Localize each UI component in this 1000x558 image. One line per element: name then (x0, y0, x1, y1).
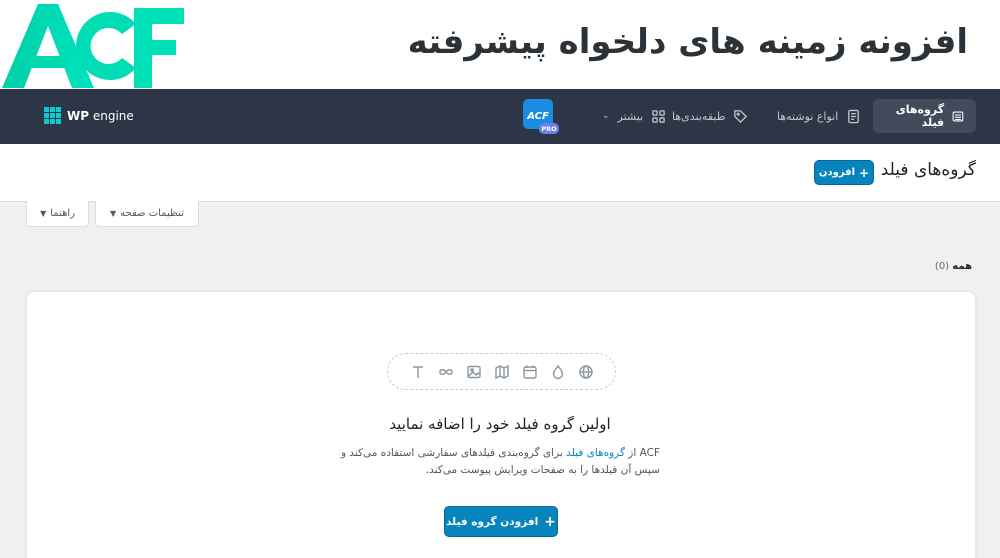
wp-engine-logo[interactable]: WP engine (44, 107, 134, 124)
filter-all-label: همه (952, 261, 972, 272)
empty-state-title: اولین گروه فیلد خود را اضافه نمایید (389, 415, 611, 433)
caret-down-icon: ▼ (110, 209, 117, 218)
empty-state-description: ACF از گروه‌های فیلد برای گروه‌بندی فیلد… (340, 445, 660, 479)
caret-down-icon: ▼ (40, 209, 47, 218)
text-icon (412, 365, 423, 378)
nav-item-post-types[interactable]: انواع نوشته‌ها (765, 99, 873, 133)
nav-item-post-types-label: انواع نوشته‌ها (777, 109, 839, 123)
nav-item-taxonomies[interactable]: طبقه‌بندی‌ها (660, 99, 760, 133)
empty-desc-pre: ACF از (628, 447, 660, 459)
color-drop-icon (552, 364, 563, 379)
page-title: گروه‌های فیلد (880, 160, 976, 180)
plus-icon: + (859, 165, 870, 180)
field-groups-link[interactable]: گروه‌های فیلد (566, 447, 625, 459)
wp-engine-brand-bold: WP (67, 108, 90, 123)
filter-all-count: (0) (934, 261, 950, 272)
infinity-icon (438, 368, 453, 375)
screen-options-button[interactable]: تنظیمات صفحه ▼ (95, 201, 199, 227)
add-new-button[interactable]: + افزودن (814, 160, 874, 185)
acf-pro-logo[interactable]: ACF PRO (523, 99, 559, 135)
filter-all-link[interactable]: همه (0) (935, 261, 972, 272)
nav-item-field-groups-label: گروه‌های فیلد (895, 103, 945, 129)
wp-engine-grid-icon (44, 107, 61, 124)
plus-icon: + (544, 513, 556, 530)
nav-item-field-groups[interactable]: گروه‌های فیلد (873, 99, 976, 133)
field-types-illustration (387, 353, 616, 390)
nav-item-taxonomies-label: طبقه‌بندی‌ها (672, 109, 726, 123)
help-label: راهنما (50, 208, 75, 219)
acf-badge-text: ACF (526, 111, 549, 122)
help-button[interactable]: راهنما ▼ (26, 201, 89, 227)
acf-logo (2, 4, 184, 88)
wp-engine-brand-rest: engine (92, 108, 134, 123)
tag-icon (734, 109, 748, 123)
add-field-group-button[interactable]: + افزودن گروه فیلد (444, 506, 558, 537)
screen-options-label: تنظیمات صفحه (120, 208, 184, 219)
pro-badge-text: PRO (541, 125, 557, 133)
chevron-down-icon: ⌄ (602, 111, 610, 121)
banner-title: افزونه زمینه های دلخواه پیشرفته (407, 22, 968, 62)
calendar-icon (522, 365, 537, 379)
image-icon (466, 365, 481, 378)
document-icon (848, 109, 860, 123)
list-icon (952, 111, 964, 121)
promo-banner: افزونه زمینه های دلخواه پیشرفته (0, 0, 1000, 89)
add-new-label: افزودن (818, 167, 856, 178)
globe-icon (578, 364, 593, 379)
add-field-group-label: افزودن گروه فیلد (446, 515, 539, 528)
nav-item-more-label: بیشتر (617, 109, 644, 123)
top-navigation: WP engine بیشتر ⌄ طبقه‌بندی‌ها انواع نوش… (0, 89, 1000, 144)
map-icon (494, 364, 509, 379)
